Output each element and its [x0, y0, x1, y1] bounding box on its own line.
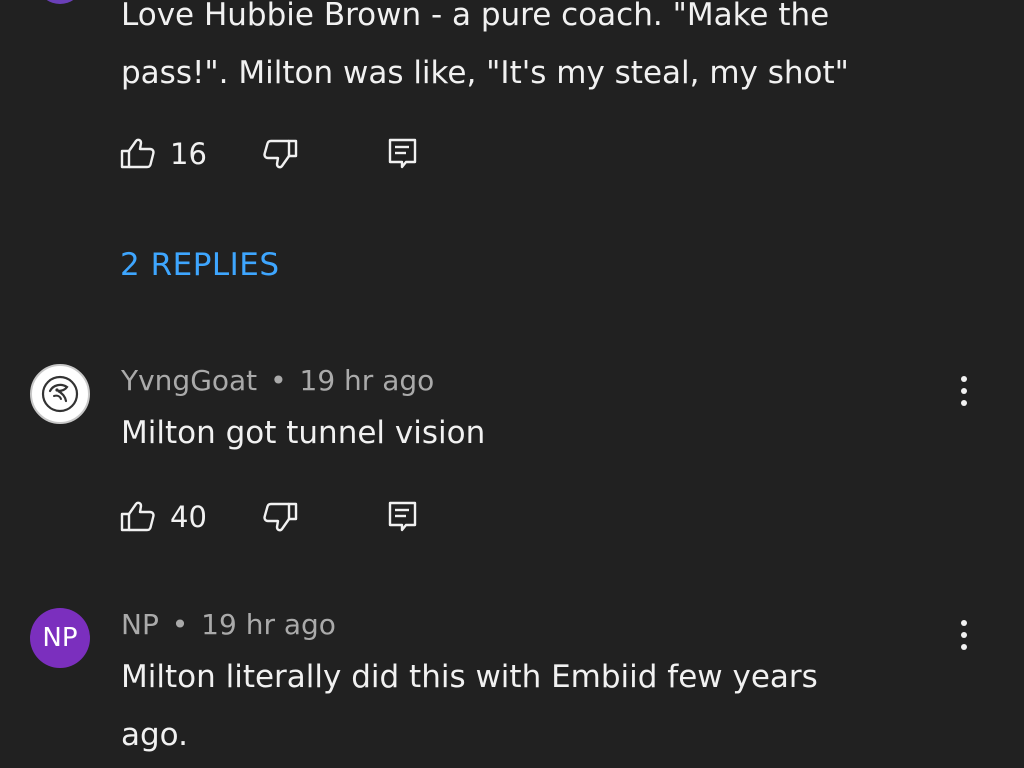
top-comment-avatar[interactable]	[40, 0, 80, 4]
dislike-button[interactable]	[260, 497, 300, 537]
meta-separator: •	[171, 608, 189, 641]
thumbs-down-icon	[263, 502, 298, 532]
reply-button[interactable]	[384, 134, 424, 174]
top-comment-text-line1: Love Hubbie Brown - a pure coach. "Make …	[121, 0, 830, 33]
comment-time: 19 hr ago	[299, 364, 435, 397]
top-comment-text-line2: pass!". Milton was like, "It's my steal,…	[121, 55, 849, 91]
view-replies-link[interactable]: 2 REPLIES	[120, 244, 280, 286]
comments-page: Love Hubbie Brown - a pure coach. "Make …	[0, 0, 1024, 768]
reply-button[interactable]	[384, 497, 424, 537]
comment-author[interactable]: YvngGoat	[121, 364, 257, 397]
like-count: 16	[170, 137, 207, 171]
thumbs-up-icon	[120, 501, 155, 532]
comment-author[interactable]: NP	[121, 608, 159, 641]
more-vertical-icon	[961, 376, 967, 406]
comment-options-button[interactable]	[948, 615, 980, 655]
top-comment-actions: 16	[118, 134, 438, 174]
comment-text-line2: ago.	[121, 717, 188, 753]
meta-separator: •	[270, 364, 287, 397]
comment-time: 19 hr ago	[201, 608, 336, 641]
user-avatar[interactable]	[30, 364, 90, 424]
comment-actions: 40	[118, 497, 438, 537]
dislike-button[interactable]	[260, 134, 300, 174]
comment-meta: YvngGoat • 19 hr ago	[121, 363, 434, 399]
like-button[interactable]	[118, 497, 158, 537]
reply-comment-icon	[388, 138, 417, 169]
comment-meta: NP • 19 hr ago	[121, 607, 336, 643]
user-avatar[interactable]: NP	[30, 608, 90, 668]
like-count: 40	[170, 500, 207, 534]
like-button[interactable]	[118, 134, 158, 174]
comment-text: Milton got tunnel vision	[121, 415, 486, 451]
more-vertical-icon	[961, 620, 967, 650]
reply-comment-icon	[388, 501, 417, 532]
comment-options-button[interactable]	[948, 371, 980, 411]
thumbs-up-icon	[120, 138, 155, 169]
comment-text-line1: Milton literally did this with Embiid fe…	[121, 659, 818, 695]
goat-icon	[41, 375, 79, 413]
thumbs-down-icon	[263, 139, 298, 169]
